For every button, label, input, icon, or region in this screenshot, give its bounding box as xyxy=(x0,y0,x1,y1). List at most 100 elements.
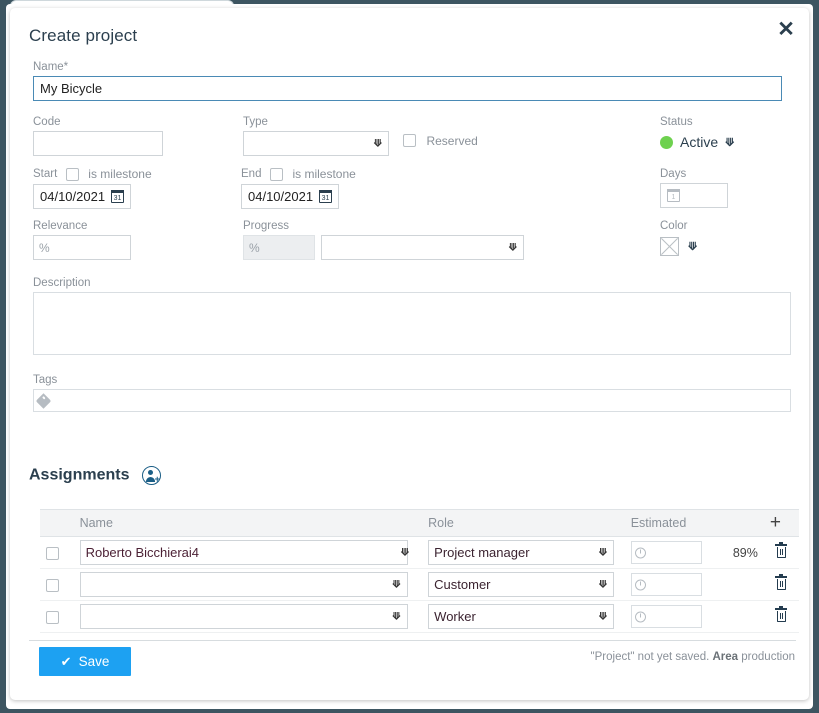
start-date-field[interactable]: 04/10/2021 31 xyxy=(33,184,131,209)
row-select-cell[interactable] xyxy=(40,601,74,633)
end-date-field[interactable]: 04/10/2021 31 xyxy=(241,184,339,209)
relevance-label: Relevance xyxy=(33,219,131,233)
field-reserved[interactable]: Reserved xyxy=(403,132,478,150)
estimated-input[interactable] xyxy=(631,605,702,628)
area-value: production xyxy=(741,651,795,663)
name-select-wrap: Roberto Bicchierai4 ⟱ xyxy=(80,540,417,565)
reserved-checkbox[interactable] xyxy=(403,134,416,147)
plus-icon: + xyxy=(770,512,781,533)
calendar-icon[interactable]: 31 xyxy=(111,190,124,203)
tags-input[interactable] xyxy=(33,389,791,412)
app-root: ✕ Create project Name* Code Type ⟱ xyxy=(0,0,819,713)
row-delete-cell[interactable] xyxy=(764,569,799,601)
day-counter-icon: 1 xyxy=(667,189,680,202)
add-person-body xyxy=(146,477,155,482)
chevron-down-icon: ⟱ xyxy=(688,240,697,253)
calendar-icon[interactable]: 31 xyxy=(319,190,332,203)
field-progress: Progress % ⟱ xyxy=(243,219,524,260)
assignments-table: Name Role Estimated + Roberto Bicchierai… xyxy=(40,509,799,633)
color-picker[interactable]: ⟱ xyxy=(660,235,697,257)
chevron-down-icon: ⟱ xyxy=(725,136,734,149)
project-form: Name* Code Type ⟱ Reser xyxy=(33,60,791,412)
start-milestone-checkbox[interactable] xyxy=(66,168,79,181)
trash-icon[interactable] xyxy=(775,576,787,590)
role-select-wrap: Worker ⟱ xyxy=(428,604,614,629)
role-select[interactable]: Project manager xyxy=(428,540,614,565)
check-icon: ✔ xyxy=(61,655,72,668)
estimated-input[interactable] xyxy=(631,541,702,564)
progress-input[interactable] xyxy=(243,235,315,260)
relevance-input[interactable] xyxy=(33,235,131,260)
progress-mode-select[interactable] xyxy=(321,235,524,260)
role-select[interactable]: Worker xyxy=(428,604,614,629)
row-estimated-cell xyxy=(625,537,712,569)
row-checkbox[interactable] xyxy=(46,547,59,560)
assignee-select[interactable] xyxy=(80,604,408,629)
row-relevance-progress-color: Relevance % Progress % xyxy=(33,219,791,272)
end-milestone-checkbox[interactable] xyxy=(270,168,283,181)
footer-divider xyxy=(29,640,796,641)
status-label: Status xyxy=(660,115,734,129)
page-title: Create project xyxy=(29,26,137,46)
row-role-cell: Customer ⟱ xyxy=(422,569,625,601)
estimated-input[interactable] xyxy=(631,573,702,596)
role-select[interactable]: Customer xyxy=(428,572,614,597)
color-label: Color xyxy=(660,219,697,233)
code-input[interactable] xyxy=(33,131,163,156)
close-icon[interactable]: ✕ xyxy=(771,14,801,44)
col-header-checkbox xyxy=(40,510,74,537)
name-input[interactable] xyxy=(33,76,782,101)
start-label: Start xyxy=(33,167,57,181)
add-person-plus: + xyxy=(155,476,160,483)
description-textarea[interactable] xyxy=(33,292,791,355)
progress-mode-select-wrap: ⟱ xyxy=(321,235,524,260)
trash-icon[interactable] xyxy=(775,544,787,558)
field-tags: Tags xyxy=(33,373,791,412)
field-color: Color ⟱ xyxy=(660,219,697,257)
row-checkbox[interactable] xyxy=(46,611,59,624)
trash-icon[interactable] xyxy=(775,608,787,622)
status-dot-icon xyxy=(660,136,673,149)
row-name-cell: ⟱ xyxy=(74,601,423,633)
row-estimated-cell xyxy=(625,569,712,601)
row-delete-cell[interactable] xyxy=(764,601,799,633)
row-role-cell: Project manager ⟱ xyxy=(422,537,625,569)
progress-label: Progress xyxy=(243,219,524,233)
row-checkbox[interactable] xyxy=(46,579,59,592)
field-status: Status Active ⟱ xyxy=(660,115,734,153)
add-person-icon[interactable]: + xyxy=(142,466,161,485)
end-date-value: 04/10/2021 xyxy=(248,189,313,204)
add-row-button[interactable]: + xyxy=(764,510,799,537)
name-label: Name* xyxy=(33,60,791,74)
days-field[interactable]: 1 xyxy=(660,183,728,208)
table-header-row: Name Role Estimated + xyxy=(40,510,799,537)
row-estimated-cell xyxy=(625,601,712,633)
end-label: End xyxy=(241,167,261,181)
assignments-heading-label: Assignments xyxy=(29,467,129,484)
field-description: Description xyxy=(33,276,791,360)
tags-label: Tags xyxy=(33,373,791,387)
no-color-swatch-icon xyxy=(660,237,679,256)
col-header-estimated: Estimated xyxy=(625,510,764,537)
end-milestone-label: is milestone xyxy=(292,167,355,181)
assignee-select[interactable]: Roberto Bicchierai4 xyxy=(80,540,408,565)
row-role-cell: Worker ⟱ xyxy=(422,601,625,633)
add-person-head xyxy=(148,470,153,475)
role-select-wrap: Project manager ⟱ xyxy=(428,540,614,565)
field-relevance: Relevance % xyxy=(33,219,131,260)
col-header-role: Role xyxy=(422,510,625,537)
assignee-select[interactable] xyxy=(80,572,408,597)
row-select-cell[interactable] xyxy=(40,537,74,569)
area-label: Area xyxy=(713,651,739,663)
status-dropdown[interactable]: Active ⟱ xyxy=(660,131,734,153)
row-delete-cell[interactable] xyxy=(764,537,799,569)
name-select-wrap: ⟱ xyxy=(80,572,408,597)
save-button[interactable]: ✔ Save xyxy=(39,647,131,676)
assignments-heading: Assignments + xyxy=(29,466,161,485)
row-percent-cell xyxy=(711,601,764,633)
row-select-cell[interactable] xyxy=(40,569,74,601)
type-select[interactable] xyxy=(243,131,389,156)
start-date-value: 04/10/2021 xyxy=(40,189,105,204)
field-type: Type ⟱ xyxy=(243,115,389,156)
col-header-name: Name xyxy=(74,510,423,537)
